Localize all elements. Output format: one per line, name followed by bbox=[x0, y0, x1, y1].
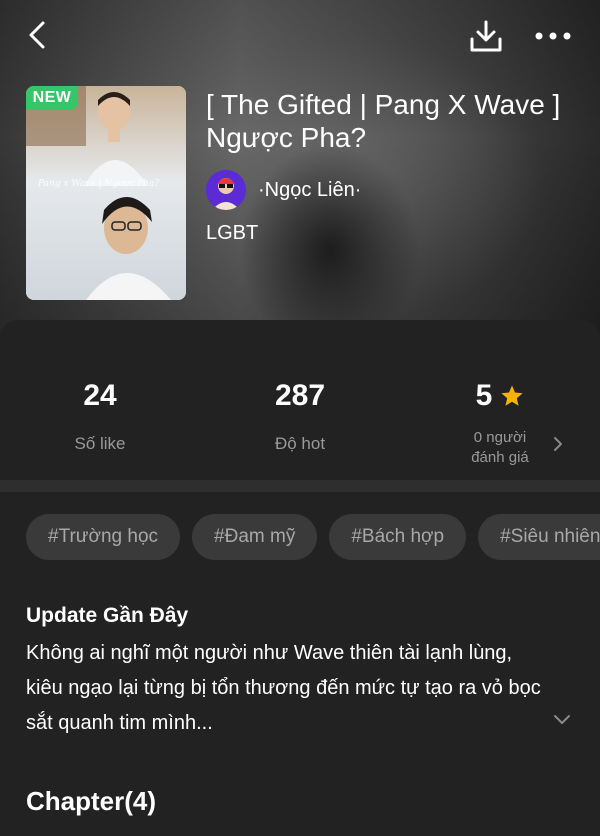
likes-stat: 24 Số like bbox=[0, 378, 200, 454]
rating-count-label: 0 người bbox=[473, 429, 527, 446]
category-label[interactable]: LGBT bbox=[206, 222, 258, 245]
likes-label: Số like bbox=[74, 434, 126, 453]
stats-row: 24 Số like 287 Độ hot 5 0 người đánh giá bbox=[0, 320, 600, 480]
details-sheet: 24 Số like 287 Độ hot 5 0 người đánh giá… bbox=[0, 320, 600, 836]
update-title: Update Gần Đây bbox=[26, 604, 189, 627]
rating-sub-label: đánh giá bbox=[471, 449, 529, 466]
back-button[interactable] bbox=[18, 16, 56, 54]
download-icon bbox=[470, 20, 502, 52]
tag-bach-hop[interactable]: #Bách hợp bbox=[329, 514, 467, 560]
new-badge: NEW bbox=[26, 86, 78, 110]
tag-sieu-nhien[interactable]: #Siêu nhiên bbox=[478, 514, 600, 560]
chevron-down-icon[interactable] bbox=[552, 710, 572, 730]
author-link[interactable]: ·Ngọc Liên· bbox=[206, 170, 361, 210]
cover-image: Pang x Wave | Ngược Pha? bbox=[26, 86, 186, 300]
more-options-button[interactable] bbox=[530, 16, 576, 56]
tag-list: #Trường học #Đam mỹ #Bách hợp #Siêu nhiê… bbox=[26, 514, 600, 560]
author-avatar-image bbox=[206, 170, 246, 210]
story-title: [ The Gifted | Pang X Wave ] Ngược Pha? bbox=[206, 89, 561, 153]
author-name: ·Ngọc Liên· bbox=[258, 178, 362, 201]
hot-count: 287 bbox=[274, 379, 326, 412]
story-cover[interactable]: Pang x Wave | Ngược Pha? NEW bbox=[26, 86, 186, 300]
chevron-right-icon[interactable] bbox=[550, 436, 566, 452]
update-description: Không ai nghĩ một người như Wave thiên t… bbox=[26, 642, 541, 734]
rating-stat[interactable]: 5 0 người đánh giá bbox=[400, 378, 600, 468]
download-button[interactable] bbox=[466, 16, 506, 56]
chevron-left-icon bbox=[29, 21, 45, 49]
svg-text:Pang x Wave | Ngược Pha?: Pang x Wave | Ngược Pha? bbox=[37, 179, 159, 189]
rating-value: 5 bbox=[475, 379, 493, 412]
more-horizontal-icon bbox=[535, 32, 571, 40]
hot-stat: 287 Độ hot bbox=[200, 378, 400, 454]
hot-label: Độ hot bbox=[274, 434, 326, 453]
avatar bbox=[206, 170, 246, 210]
section-divider bbox=[0, 480, 600, 492]
tag-truong-hoc[interactable]: #Trường học bbox=[26, 514, 181, 560]
likes-count: 24 bbox=[83, 379, 117, 412]
tag-dam-my[interactable]: #Đam mỹ bbox=[192, 514, 318, 560]
star-icon bbox=[501, 385, 523, 406]
chapter-heading[interactable]: Chapter(4) bbox=[26, 786, 156, 817]
